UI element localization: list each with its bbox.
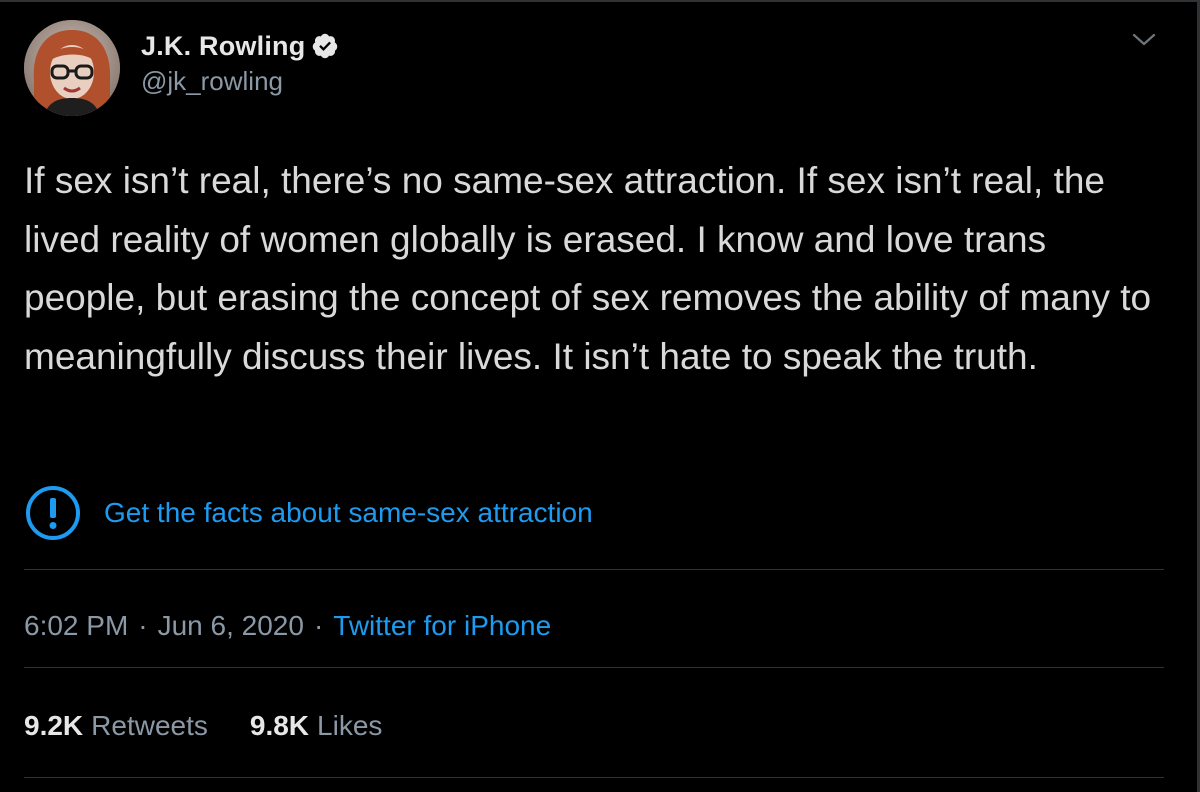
avatar-portrait-icon	[24, 20, 120, 116]
tweet-text: If sex isn’t real, there’s no same-sex a…	[24, 160, 1152, 377]
top-border	[0, 0, 1200, 2]
divider-top	[24, 569, 1164, 570]
likes-stat[interactable]: 9.8K Likes	[250, 710, 383, 742]
facts-link[interactable]: Get the facts about same-sex attraction	[104, 497, 593, 529]
handle[interactable]: @jk_rowling	[141, 66, 283, 97]
retweets-count: 9.2K	[24, 710, 84, 741]
divider-middle	[24, 667, 1164, 668]
retweets-stat[interactable]: 9.2K Retweets	[24, 710, 208, 742]
tweet-card: J.K. Rowling @jk_rowling If sex isn’t re…	[0, 0, 1200, 792]
exclamation-circle-icon	[26, 486, 80, 540]
verified-badge-icon	[313, 33, 338, 59]
chevron-down-icon[interactable]	[1130, 30, 1158, 50]
tweet-source-link[interactable]: Twitter for iPhone	[333, 610, 551, 642]
tweet-time[interactable]: 6:02 PM	[24, 610, 128, 642]
tweet-meta: 6:02 PM · Jun 6, 2020 · Twitter for iPho…	[24, 610, 551, 642]
facts-notice[interactable]: Get the facts about same-sex attraction	[24, 482, 593, 544]
retweets-label: Retweets	[91, 710, 208, 741]
tweet-date[interactable]: Jun 6, 2020	[158, 610, 304, 642]
avatar[interactable]	[24, 20, 120, 116]
divider-bottom	[24, 777, 1164, 778]
meta-separator: ·	[138, 610, 148, 641]
display-name[interactable]: J.K. Rowling	[141, 31, 305, 62]
likes-count: 9.8K	[249, 710, 310, 741]
author-name-row[interactable]: J.K. Rowling	[141, 28, 339, 64]
meta-separator: ·	[313, 610, 324, 641]
tweet-stats: 9.2K Retweets 9.8K Likes	[24, 710, 382, 742]
likes-label: Likes	[317, 710, 383, 741]
